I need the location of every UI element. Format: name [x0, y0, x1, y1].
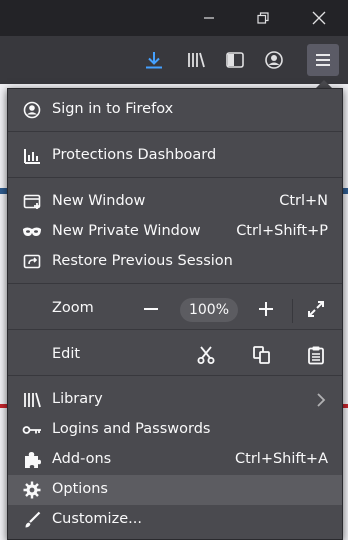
zoom-label: Zoom [52, 300, 94, 316]
chevron-right-icon [316, 392, 326, 408]
account-button[interactable] [258, 44, 290, 76]
menu-item-customize[interactable]: Customize... [8, 505, 342, 535]
menu-row-edit: Edit [8, 337, 342, 373]
paintbrush-icon [22, 510, 42, 530]
close-icon [312, 11, 326, 25]
navigation-toolbar [0, 36, 348, 84]
menu-item-label: Customize... [52, 511, 142, 527]
minimize-icon [203, 12, 215, 24]
menu-item-new-private-window[interactable]: New Private Window Ctrl+Shift+P [8, 217, 342, 247]
zoom-out-button[interactable] [141, 299, 161, 319]
menu-arrow [316, 80, 332, 88]
shortcut-label: Ctrl+N [279, 193, 328, 209]
menu-item-new-window[interactable]: New Window Ctrl+N [8, 187, 342, 217]
menu-item-label: Add-ons [52, 451, 112, 467]
zoom-reset-button[interactable]: 100% [180, 298, 238, 322]
sidebar-icon [225, 50, 245, 70]
private-mask-icon [22, 222, 42, 242]
new-window-icon [22, 192, 42, 212]
menu-item-protections-dashboard[interactable]: Protections Dashboard [8, 141, 342, 171]
close-button[interactable] [296, 0, 342, 36]
menu-item-add-ons[interactable]: Add-ons Ctrl+Shift+A [8, 445, 342, 475]
paste-button[interactable] [306, 345, 326, 365]
app-menu-panel: Sign in to Firefox Protections Dashboard… [7, 88, 343, 540]
menu-item-label: Logins and Passwords [52, 421, 211, 437]
library-button[interactable] [180, 44, 212, 76]
hamburger-menu-icon [314, 52, 332, 68]
shortcut-label: Ctrl+Shift+P [236, 223, 328, 239]
menu-separator [8, 375, 342, 376]
cut-button[interactable] [196, 345, 216, 365]
minus-icon [141, 299, 161, 319]
menu-item-label: New Window [52, 193, 146, 209]
menu-item-label: Protections Dashboard [52, 147, 217, 163]
plus-icon [256, 299, 276, 319]
menu-item-label: Options [52, 481, 108, 497]
zoom-divider [292, 299, 293, 323]
menu-item-restore-session[interactable]: Restore Previous Session [8, 247, 342, 277]
fullscreen-icon [306, 299, 326, 319]
menu-item-label: Sign in to Firefox [52, 101, 174, 117]
download-icon [144, 50, 164, 70]
gear-icon [22, 480, 42, 500]
zoom-in-button[interactable] [256, 299, 276, 319]
menu-separator [8, 283, 342, 284]
library-icon [186, 50, 206, 70]
menu-item-sign-in[interactable]: Sign in to Firefox [8, 95, 342, 125]
restore-icon [257, 12, 269, 24]
key-icon [22, 420, 42, 440]
restore-button[interactable] [240, 0, 286, 36]
library-icon [22, 390, 42, 410]
menu-row-zoom: Zoom 100% [8, 291, 342, 327]
shortcut-label: Ctrl+Shift+A [235, 451, 328, 467]
clipboard-icon [306, 345, 326, 365]
menu-item-options[interactable]: Options [8, 475, 342, 505]
sidebar-button[interactable] [219, 44, 251, 76]
downloads-button[interactable] [138, 44, 170, 76]
scissors-icon [196, 345, 216, 365]
copy-button[interactable] [252, 345, 272, 365]
menu-item-logins-passwords[interactable]: Logins and Passwords [8, 415, 342, 445]
puzzle-piece-icon [22, 450, 42, 470]
restore-session-icon [22, 252, 42, 272]
menu-item-label: Library [52, 391, 103, 407]
menu-item-library[interactable]: Library [8, 385, 342, 415]
menu-separator [8, 131, 342, 132]
copy-icon [252, 345, 272, 365]
fullscreen-button[interactable] [306, 299, 326, 319]
open-menu-button[interactable] [307, 44, 339, 76]
protections-chart-icon [22, 146, 42, 166]
minimize-button[interactable] [186, 0, 232, 36]
menu-separator [8, 177, 342, 178]
edit-label: Edit [52, 346, 81, 362]
account-icon [264, 50, 284, 70]
menu-item-label: Restore Previous Session [52, 253, 233, 269]
account-icon [22, 100, 42, 120]
menu-separator [8, 329, 342, 330]
menu-item-label: New Private Window [52, 223, 201, 239]
title-bar [0, 0, 348, 36]
